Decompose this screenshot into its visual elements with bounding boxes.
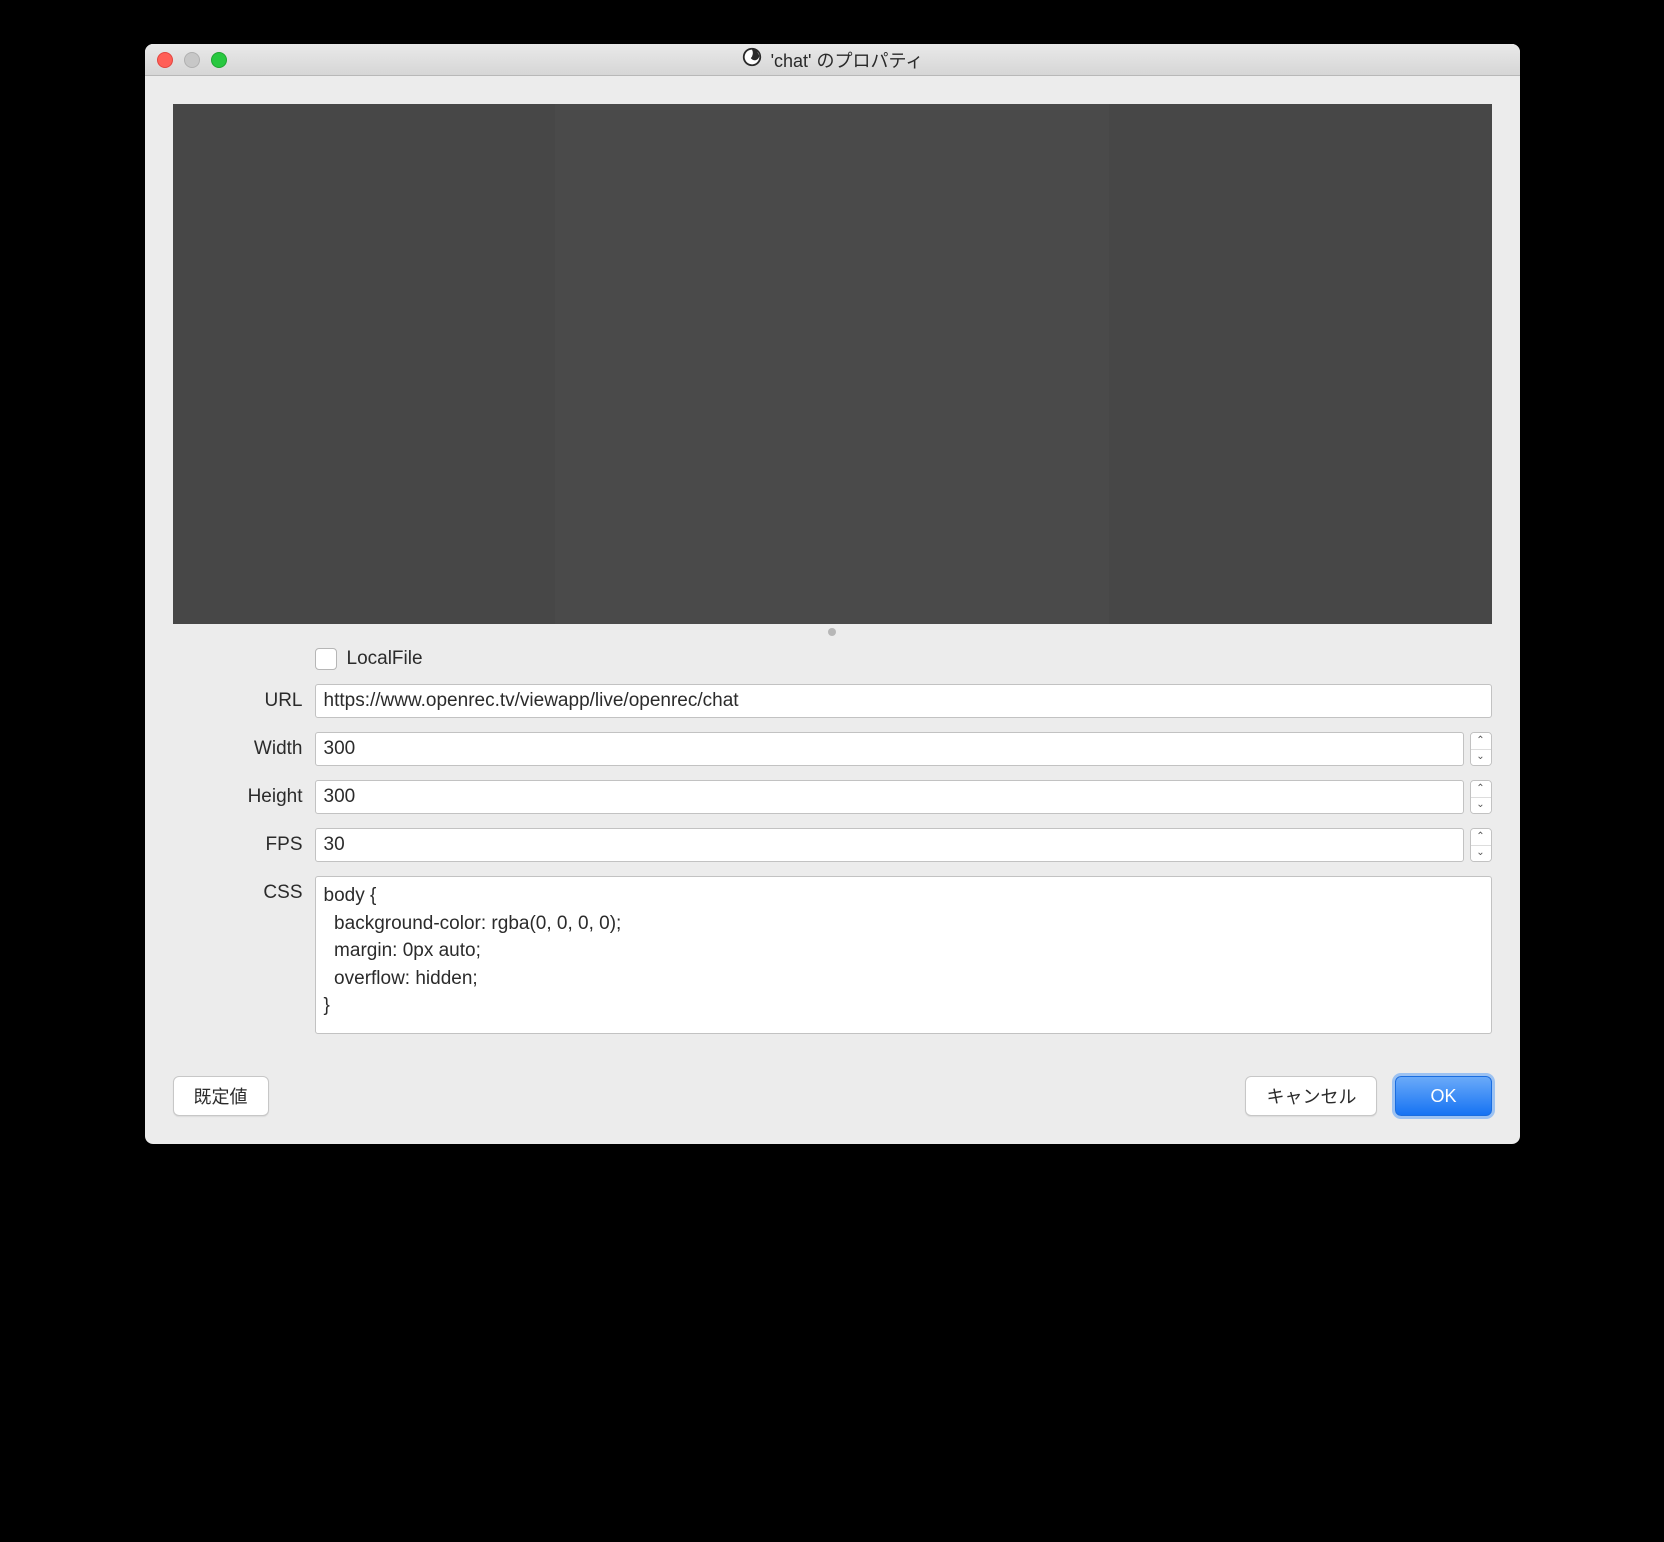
obs-icon <box>741 46 763 73</box>
width-step-down-icon[interactable]: ⌄ <box>1471 750 1491 766</box>
url-input[interactable] <box>315 684 1492 718</box>
width-input[interactable] <box>315 732 1464 766</box>
fps-step-down-icon[interactable]: ⌄ <box>1471 846 1491 862</box>
splitter-handle[interactable] <box>173 624 1492 648</box>
zoom-window-button[interactable] <box>211 52 227 68</box>
height-input[interactable] <box>315 780 1464 814</box>
titlebar: 'chat' のプロパティ <box>145 44 1520 76</box>
button-bar: 既定値 キャンセル OK <box>145 1076 1520 1144</box>
fps-input[interactable] <box>315 828 1464 862</box>
preview-center-band <box>555 104 1109 624</box>
url-label: URL <box>173 684 303 712</box>
ok-button[interactable]: OK <box>1395 1076 1491 1116</box>
height-step-down-icon[interactable]: ⌄ <box>1471 798 1491 814</box>
localfile-label: LocalFile <box>347 648 423 670</box>
window-controls <box>145 52 227 68</box>
width-label: Width <box>173 732 303 760</box>
height-label: Height <box>173 780 303 808</box>
cancel-button[interactable]: キャンセル <box>1245 1076 1377 1116</box>
window-title: 'chat' のプロパティ <box>771 47 924 73</box>
fps-stepper[interactable]: ⌃ ⌄ <box>1470 828 1492 862</box>
height-step-up-icon[interactable]: ⌃ <box>1471 781 1491 798</box>
fps-step-up-icon[interactable]: ⌃ <box>1471 829 1491 846</box>
fps-label: FPS <box>173 828 303 856</box>
source-preview <box>173 104 1492 624</box>
properties-window: 'chat' のプロパティ LocalFile URL W <box>145 44 1520 1144</box>
width-stepper[interactable]: ⌃ ⌄ <box>1470 732 1492 766</box>
defaults-button[interactable]: 既定値 <box>173 1076 269 1116</box>
close-window-button[interactable] <box>157 52 173 68</box>
css-textarea[interactable] <box>315 876 1492 1034</box>
height-stepper[interactable]: ⌃ ⌄ <box>1470 780 1492 814</box>
width-step-up-icon[interactable]: ⌃ <box>1471 733 1491 750</box>
content-area: LocalFile URL Width ⌃ ⌄ <box>145 76 1520 1076</box>
css-label: CSS <box>173 876 303 904</box>
properties-form: LocalFile URL Width ⌃ ⌄ <box>173 648 1492 1060</box>
minimize-window-button[interactable] <box>184 52 200 68</box>
localfile-checkbox[interactable] <box>315 648 337 670</box>
